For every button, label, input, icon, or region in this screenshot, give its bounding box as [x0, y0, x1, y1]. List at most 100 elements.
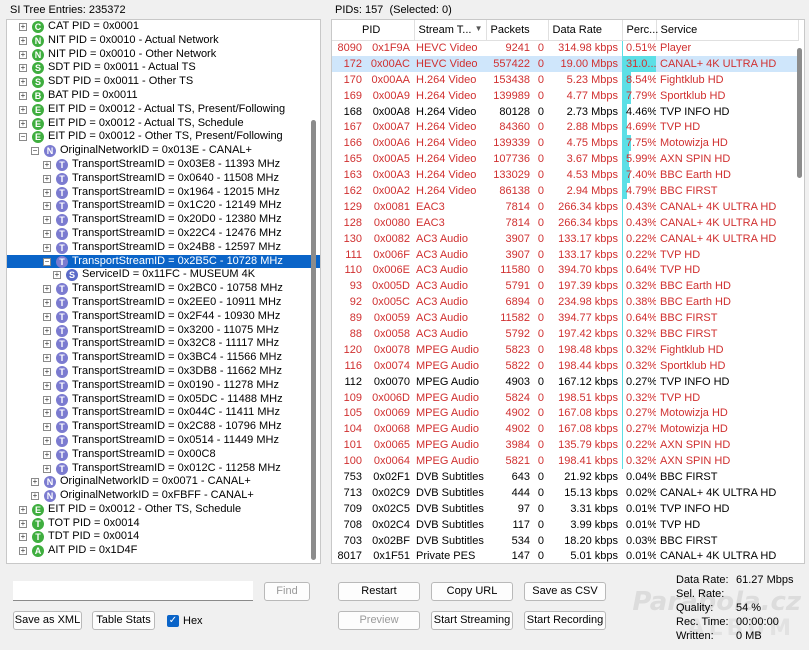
tree-node[interactable]: + T TransportStreamID = 0x20D0 - 12380 MHz	[7, 213, 320, 227]
pid-row[interactable]: 109 0x006D MPEG Audio 5824 0 198.51 kbps 0.32%…	[332, 389, 798, 406]
expand-icon[interactable]: +	[43, 174, 51, 183]
tree-node[interactable]: + T TransportStreamID = 0x1C20 - 12149 MHz	[7, 199, 320, 213]
pid-row[interactable]: 166 0x00A6 H.264 Video 139339 0 4.75 Mbps 7.75…	[332, 135, 798, 152]
col-percent[interactable]: Perc...	[622, 20, 658, 41]
pid-row[interactable]: 116 0x0074 MPEG Audio 5822 0 198.44 kbps 0.32%…	[332, 357, 798, 374]
expand-icon[interactable]: +	[43, 367, 51, 376]
expand-icon[interactable]: +	[19, 119, 27, 128]
save-xml-button[interactable]: Save as XML	[13, 611, 82, 630]
pid-row[interactable]: 168 0x00A8 H.264 Video 80128 0 2.73 Mbps 4.46%…	[332, 103, 798, 120]
pid-row[interactable]: 170 0x00AA H.264 Video 153438 0 5.23 Mbps 8.54…	[332, 71, 798, 88]
tree-node[interactable]: + S SDT PID = 0x0011 - Actual TS	[7, 61, 320, 75]
si-tree[interactable]: + C CAT PID = 0x0001 + N NIT PID = 0x0010 - A…	[6, 19, 321, 564]
expand-icon[interactable]: +	[43, 436, 51, 445]
tree-node[interactable]: + N OriginalNetworkID = 0xFBFF - CANAL+	[7, 489, 320, 503]
tree-node[interactable]: + T TransportStreamID = 0x2F44 - 10930 MHz	[7, 310, 320, 324]
pid-row[interactable]: 111 0x006F AC3 Audio 3907 0 133.17 kbps 0.22% T…	[332, 246, 798, 263]
pid-row[interactable]: 88 0x0058 AC3 Audio 5792 0 197.42 kbps 0.32% BB…	[332, 326, 798, 342]
tree-node[interactable]: + S SDT PID = 0x0011 - Other TS	[7, 75, 320, 89]
expand-icon[interactable]: +	[43, 326, 51, 335]
expand-icon[interactable]: +	[43, 216, 51, 225]
tree-node[interactable]: + T TransportStreamID = 0x0640 - 11508 MHz	[7, 172, 320, 186]
expand-icon[interactable]: +	[19, 547, 27, 556]
expand-icon[interactable]: +	[31, 478, 39, 487]
table-stats-button[interactable]: Table Stats	[92, 611, 155, 630]
pid-scrollbar[interactable]	[796, 40, 803, 563]
tree-scrollbar[interactable]	[309, 20, 318, 563]
pid-row[interactable]: 8090 0x1F9A HEVC Video 9241 0 314.98 kbps 0.51…	[332, 40, 798, 56]
pid-row[interactable]: 112 0x0070 MPEG Audio 4903 0 167.12 kbps 0.27%…	[332, 373, 798, 390]
tree-node[interactable]: + E EIT PID = 0x0012 - Other TS, Schedule	[7, 503, 320, 517]
tree-node[interactable]: + N NIT PID = 0x0010 - Actual Network	[7, 34, 320, 48]
tree-node[interactable]: + C CAT PID = 0x0001	[7, 20, 320, 34]
tree-node[interactable]: + S ServiceID = 0x11FC - MUSEUM 4K	[7, 268, 320, 282]
pid-row[interactable]: 703 0x02BF DVB Subtitles 534 0 18.20 kbps 0.03…	[332, 532, 798, 549]
expand-icon[interactable]: +	[43, 395, 51, 404]
tree-node[interactable]: − E EIT PID = 0x0012 - Other TS, Present/F…	[7, 130, 320, 144]
col-pid[interactable]: PID	[332, 20, 415, 41]
expand-icon[interactable]: +	[43, 381, 51, 390]
tree-node[interactable]: + T TransportStreamID = 0x22C4 - 12476 MHz	[7, 227, 320, 241]
pid-row[interactable]: 89 0x0059 AC3 Audio 11582 0 394.77 kbps 0.64% B…	[332, 310, 798, 327]
expand-icon[interactable]: +	[19, 105, 27, 114]
col-packets[interactable]: Packets	[486, 20, 549, 41]
pid-row[interactable]: 753 0x02F1 DVB Subtitles 643 0 21.92 kbps 0.04…	[332, 469, 798, 485]
tree-node[interactable]: + A AIT PID = 0x1D4F	[7, 544, 320, 558]
tree-node[interactable]: + E EIT PID = 0x0012 - Actual TS, Present/…	[7, 103, 320, 117]
pid-row[interactable]: 105 0x0069 MPEG Audio 4902 0 167.08 kbps 0.27%…	[332, 405, 798, 422]
tree-node[interactable]: + T TransportStreamID = 0x2C88 - 10796 MHz	[7, 420, 320, 434]
tree-node[interactable]: + T TransportStreamID = 0x0190 - 11278 MHz	[7, 379, 320, 393]
tree-node[interactable]: + T TransportStreamID = 0x3DB8 - 11662 MHz	[7, 365, 320, 379]
expand-icon[interactable]: +	[19, 519, 27, 528]
expand-icon[interactable]: +	[19, 36, 27, 45]
tree-node[interactable]: + T TDT PID = 0x0014	[7, 530, 320, 544]
tree-node[interactable]: + T TransportStreamID = 0x00C8	[7, 448, 320, 462]
expand-icon[interactable]: +	[43, 202, 51, 211]
copy-url-button[interactable]: Copy URL	[431, 582, 513, 601]
pid-row[interactable]: 172 0x00AC HEVC Video 557422 0 19.00 Mbps 31.0…	[332, 55, 799, 72]
start-recording-button[interactable]: Start Recording	[524, 611, 606, 630]
pid-row[interactable]: 104 0x0068 MPEG Audio 4902 0 167.08 kbps 0.27%…	[332, 421, 798, 438]
tree-node[interactable]: + T TransportStreamID = 0x3200 - 11075 MHz	[7, 324, 320, 338]
pid-row[interactable]: 128 0x0080 EAC3 7814 0 266.34 kbps 0.43% CANAL+…	[332, 214, 798, 231]
expand-icon[interactable]: +	[43, 464, 51, 473]
tree-node[interactable]: + T TOT PID = 0x0014	[7, 517, 320, 531]
expand-icon[interactable]: +	[43, 298, 51, 307]
pid-row[interactable]: 110 0x006E AC3 Audio 11580 0 394.70 kbps 0.64%…	[332, 262, 798, 279]
expand-icon[interactable]: +	[43, 229, 51, 238]
tree-scrollbar-thumb[interactable]	[311, 120, 316, 560]
pid-row[interactable]: 163 0x00A3 H.264 Video 133029 0 4.53 Mbps 7.40…	[332, 167, 798, 184]
restart-button[interactable]: Restart	[338, 582, 420, 601]
tree-node[interactable]: + T TransportStreamID = 0x05DC - 11488 MHz	[7, 393, 320, 407]
pid-scrollbar-thumb[interactable]	[797, 48, 802, 178]
expand-icon[interactable]: +	[19, 78, 27, 87]
collapse-icon[interactable]: −	[31, 147, 39, 156]
col-stream-type[interactable]: Stream T... ▼	[414, 20, 487, 41]
expand-icon[interactable]: +	[19, 533, 27, 542]
tree-node[interactable]: + T TransportStreamID = 0x2BC0 - 10758 MHz	[7, 282, 320, 296]
tree-node[interactable]: + N OriginalNetworkID = 0x0071 - CANAL+	[7, 475, 320, 489]
find-button[interactable]: Find	[264, 582, 310, 601]
tree-node[interactable]: − N OriginalNetworkID = 0x013E - CANAL+	[7, 144, 320, 158]
tree-node[interactable]: + T TransportStreamID = 0x1964 - 12015 MHz	[7, 186, 320, 200]
start-streaming-button[interactable]: Start Streaming	[431, 611, 513, 630]
find-input[interactable]	[13, 581, 253, 601]
tree-node[interactable]: + T TransportStreamID = 0x32C8 - 11117 MHz	[7, 337, 320, 351]
pid-row[interactable]: 709 0x02C5 DVB Subtitles 97 0 3.31 kbps 0.01% T…	[332, 501, 798, 517]
pid-row[interactable]: 130 0x0082 AC3 Audio 3907 0 133.17 kbps 0.22% C…	[332, 230, 798, 247]
pid-row[interactable]: 713 0x02C9 DVB Subtitles 444 0 15.13 kbps 0.02…	[332, 484, 798, 501]
expand-icon[interactable]: +	[43, 160, 51, 169]
pid-row[interactable]: 167 0x00A7 H.264 Video 84360 0 2.88 Mbps 4.69%…	[332, 119, 798, 136]
tree-node[interactable]: + T TransportStreamID = 0x3BC4 - 11566 MHz	[7, 351, 320, 365]
expand-icon[interactable]: +	[19, 50, 27, 59]
expand-icon[interactable]: +	[19, 505, 27, 514]
expand-icon[interactable]: +	[43, 423, 51, 432]
expand-icon[interactable]: +	[43, 340, 51, 349]
collapse-icon[interactable]: −	[19, 133, 27, 142]
tree-node[interactable]: + T TransportStreamID = 0x0514 - 11449 MHz	[7, 434, 320, 448]
expand-icon[interactable]: +	[43, 354, 51, 363]
pid-row[interactable]: 162 0x00A2 H.264 Video 86138 0 2.94 Mbps 4.79%…	[332, 183, 798, 199]
tree-node[interactable]: + T TransportStreamID = 0x044C - 11411 MHz	[7, 406, 320, 420]
pid-row[interactable]: 129 0x0081 EAC3 7814 0 266.34 kbps 0.43% CANAL+…	[332, 198, 798, 215]
expand-icon[interactable]: +	[43, 450, 51, 459]
